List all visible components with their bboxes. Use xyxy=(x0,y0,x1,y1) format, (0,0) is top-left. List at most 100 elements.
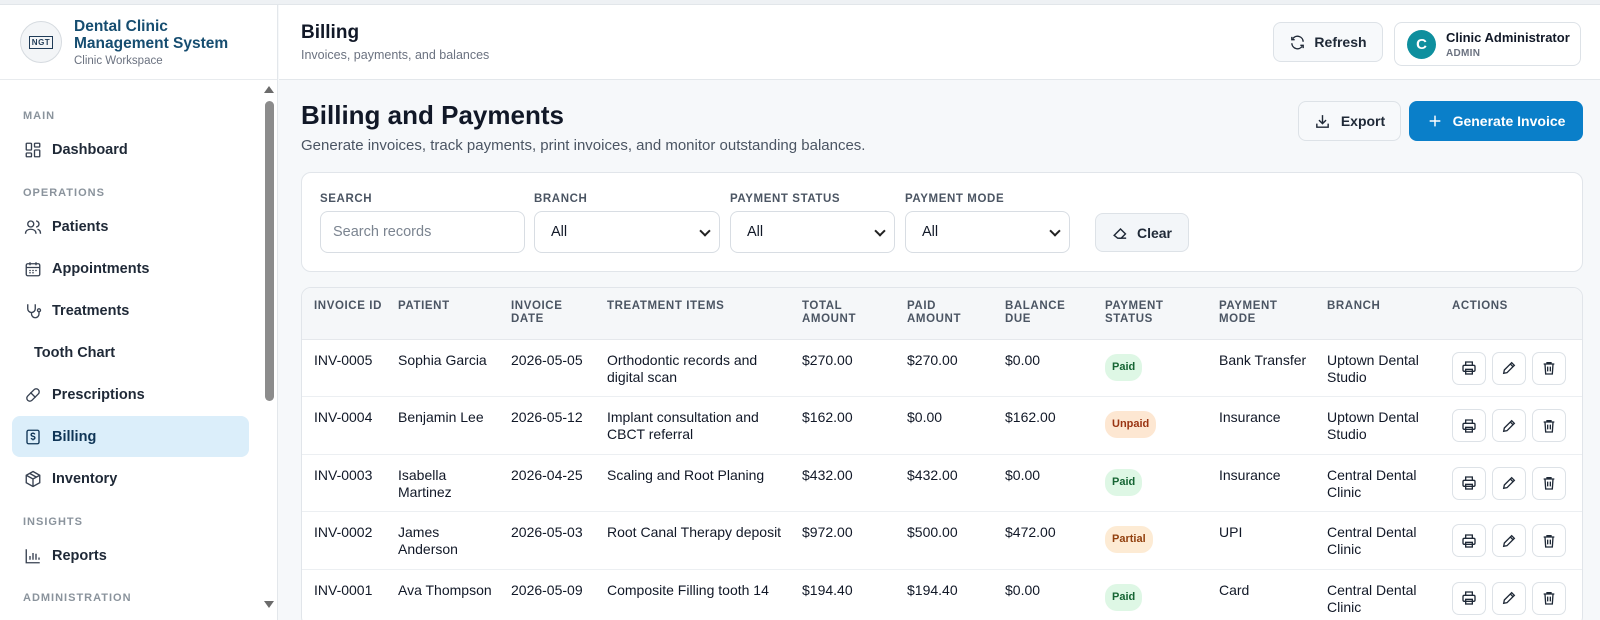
col-balance-due[interactable]: BALANCE DUE xyxy=(993,288,1093,340)
col-total-amount[interactable]: TOTAL AMOUNT xyxy=(790,288,895,340)
table-row[interactable]: INV-0005 Sophia Garcia 2026-05-05 Orthod… xyxy=(302,339,1582,397)
cell-patient: Isabella Martinez xyxy=(386,454,499,512)
pencil-icon xyxy=(1502,361,1516,375)
payment-mode-select[interactable]: All xyxy=(905,211,1070,253)
nav-section-insights: INSIGHTS xyxy=(23,516,83,528)
print-invoice-button[interactable] xyxy=(1452,409,1486,442)
cell-payment-mode: Bank Transfer xyxy=(1207,339,1315,397)
table-row[interactable]: INV-0002 James Anderson 2026-05-03 Root … xyxy=(302,511,1582,570)
delete-invoice-button[interactable] xyxy=(1532,466,1566,500)
sidebar-item-appointments[interactable]: Appointments xyxy=(12,248,249,289)
col-paid-amount[interactable]: PAID AMOUNT xyxy=(895,288,993,340)
grid-icon xyxy=(24,141,42,159)
col-patient[interactable]: PATIENT xyxy=(386,288,499,340)
sidebar-item-reports[interactable]: Reports xyxy=(12,535,249,576)
sidebar-item-treatments[interactable]: Treatments xyxy=(12,290,249,331)
col-payment-mode[interactable]: PAYMENT MODE xyxy=(1207,288,1315,340)
pencil-icon xyxy=(1502,419,1516,432)
nav-section-main: MAIN xyxy=(23,110,56,122)
cell-branch: Central Dental Clinic xyxy=(1315,569,1440,620)
delete-invoice-button[interactable] xyxy=(1532,351,1566,385)
export-button[interactable]: Export xyxy=(1298,101,1401,141)
pill-icon xyxy=(24,386,42,404)
pencil-icon xyxy=(1502,476,1516,490)
payment-mode-label: PAYMENT MODE xyxy=(905,193,1005,205)
cell-patient: James Anderson xyxy=(386,511,499,570)
sidebar-item-inventory[interactable]: Inventory xyxy=(12,458,249,499)
header-title: Billing xyxy=(301,22,360,43)
edit-invoice-button[interactable] xyxy=(1492,351,1526,385)
col-payment-status[interactable]: PAYMENT STATUS xyxy=(1093,288,1207,340)
cell-paid-amount: $432.00 xyxy=(895,454,993,512)
user-name: Clinic Administrator xyxy=(1446,29,1570,45)
row-actions xyxy=(1452,524,1582,557)
sidebar-item-tooth-chart[interactable]: Tooth Chart xyxy=(12,332,249,373)
branch-select[interactable]: All xyxy=(534,211,720,253)
table-row[interactable]: INV-0003 Isabella Martinez 2026-04-25 Sc… xyxy=(302,454,1582,512)
cell-total-amount: $162.00 xyxy=(790,396,895,455)
cell-balance-due: $162.00 xyxy=(993,396,1093,455)
cell-invoice-id: INV-0005 xyxy=(302,339,386,397)
col-invoice-date[interactable]: INVOICE DATE xyxy=(499,288,595,340)
table-header-row: INVOICE ID PATIENT INVOICE DATE TREATMEN… xyxy=(302,288,1582,340)
sidebar: NGT Dental Clinic Management System Clin… xyxy=(0,5,278,620)
edit-invoice-button[interactable] xyxy=(1492,581,1526,615)
trash-icon xyxy=(1543,534,1555,548)
print-invoice-button[interactable] xyxy=(1452,524,1486,557)
sidebar-item-prescriptions[interactable]: Prescriptions xyxy=(12,374,249,415)
cell-branch: Uptown Dental Studio xyxy=(1315,339,1440,397)
clear-filters-button[interactable]: Clear xyxy=(1095,213,1189,252)
scroll-up-arrow-icon[interactable] xyxy=(264,86,274,93)
user-menu[interactable]: C Clinic Administrator ADMIN xyxy=(1394,22,1581,66)
cell-payment-mode: Card xyxy=(1207,569,1315,620)
generate-invoice-button[interactable]: Generate Invoice xyxy=(1409,101,1583,141)
search-input[interactable] xyxy=(320,211,525,253)
printer-icon xyxy=(1462,533,1476,548)
cell-total-amount: $270.00 xyxy=(790,339,895,397)
edit-invoice-button[interactable] xyxy=(1492,466,1526,500)
print-invoice-button[interactable] xyxy=(1452,351,1486,385)
sidebar-scrollbar[interactable] xyxy=(262,83,276,611)
edit-invoice-button[interactable] xyxy=(1492,409,1526,442)
sidebar-item-billing[interactable]: Billing xyxy=(12,416,249,457)
row-actions xyxy=(1452,351,1582,385)
chevron-down-icon xyxy=(699,225,711,237)
table-row[interactable]: INV-0001 Ava Thompson 2026-05-09 Composi… xyxy=(302,569,1582,620)
payment-status-select[interactable]: All xyxy=(730,211,895,253)
cell-total-amount: $972.00 xyxy=(790,511,895,570)
receipt-icon xyxy=(24,428,42,446)
col-treatment-items[interactable]: TREATMENT ITEMS xyxy=(595,288,790,340)
delete-invoice-button[interactable] xyxy=(1532,581,1566,615)
sidebar-item-patients[interactable]: Patients xyxy=(12,206,249,247)
print-invoice-button[interactable] xyxy=(1452,581,1486,615)
cell-balance-due: $0.00 xyxy=(993,339,1093,397)
sidebar-item-dashboard[interactable]: Dashboard xyxy=(12,129,249,170)
chevron-down-icon xyxy=(1049,225,1061,237)
eraser-icon xyxy=(1113,227,1127,239)
col-branch[interactable]: BRANCH xyxy=(1315,288,1440,340)
sidebar-nav: MAIN Dashboard OPERATIONS Patients Appoi… xyxy=(0,81,262,613)
table-row[interactable]: INV-0004 Benjamin Lee 2026-05-12 Implant… xyxy=(302,396,1582,455)
refresh-button[interactable]: Refresh xyxy=(1273,22,1383,62)
cell-treatment-items: Root Canal Therapy deposit xyxy=(595,511,790,570)
branch-label: BRANCH xyxy=(534,193,588,205)
printer-icon xyxy=(1462,476,1476,490)
row-actions xyxy=(1452,409,1582,442)
delete-invoice-button[interactable] xyxy=(1532,524,1566,557)
print-invoice-button[interactable] xyxy=(1452,466,1486,500)
row-actions xyxy=(1452,581,1582,615)
edit-invoice-button[interactable] xyxy=(1492,524,1526,557)
row-actions xyxy=(1452,466,1582,500)
scroll-thumb[interactable] xyxy=(265,101,274,401)
scroll-down-arrow-icon[interactable] xyxy=(264,601,274,608)
col-invoice-id[interactable]: INVOICE ID xyxy=(302,288,386,340)
status-badge: Paid xyxy=(1105,583,1143,611)
cell-treatment-items: Scaling and Root Planing xyxy=(595,454,790,512)
trash-icon xyxy=(1543,362,1555,375)
cell-invoice-date: 2026-05-09 xyxy=(499,569,595,620)
cell-balance-due: $472.00 xyxy=(993,511,1093,570)
cell-invoice-id: INV-0004 xyxy=(302,396,386,455)
delete-invoice-button[interactable] xyxy=(1532,409,1566,442)
cell-paid-amount: $194.40 xyxy=(895,569,993,620)
cell-payment-mode: Insurance xyxy=(1207,396,1315,455)
